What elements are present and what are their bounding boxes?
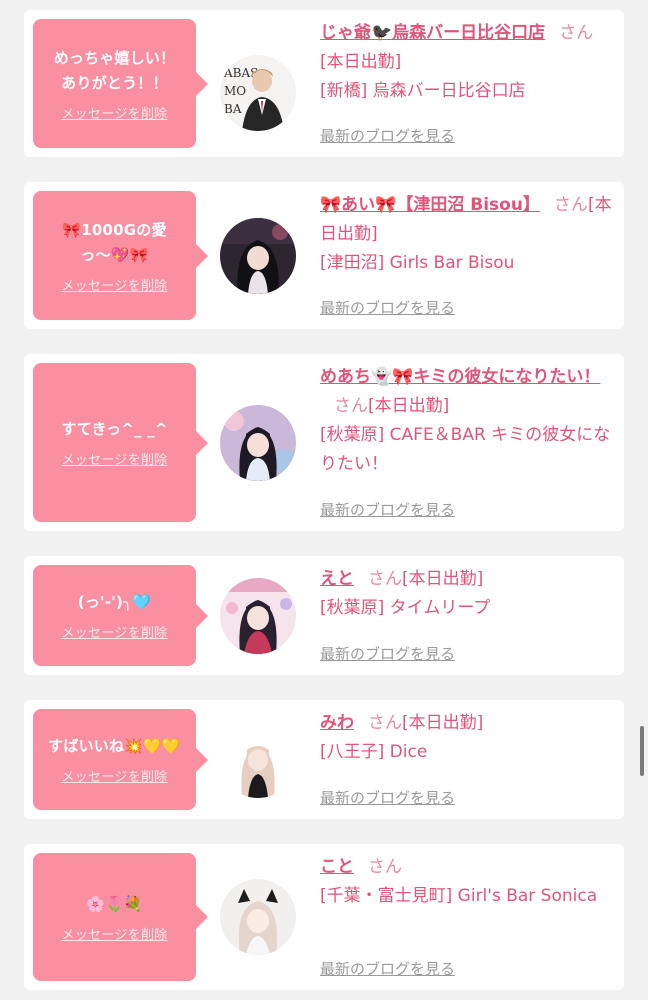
latest-blog-link[interactable]: 最新のブログを見る	[320, 787, 455, 808]
san-suffix: さん	[559, 23, 594, 43]
latest-blog-link[interactable]: 最新のブログを見る	[320, 499, 455, 520]
message-text: 🌸🌷💐	[86, 894, 143, 913]
cast-info: 🎀あい🎀【津田沼 Bisou】 さん[本日出勤] [津田沼] Girls Bar …	[320, 191, 614, 278]
avatar-photo	[220, 405, 296, 481]
status-badge: [本日出勤]	[402, 713, 484, 733]
message-card: 🎀1000Gの愛っ〜💖🎀 メッセージを削除 🎀あい🎀【津田沼 Bisou】 さん[…	[24, 182, 624, 329]
delete-message-link[interactable]: メッセージを削除	[61, 924, 167, 943]
cast-info: めあち👻🎀キミの彼女になりたい！ さん[本日出勤] [秋葉原] CAFE＆BAR …	[320, 363, 614, 479]
message-card: すてきっ^_ _^ メッセージを削除 めあち👻🎀キミの彼女になりたい！ さん[本日…	[24, 354, 624, 531]
message-text: (っ'-')╮🩵	[77, 593, 152, 611]
message-bubble: すてきっ^_ _^ メッセージを削除	[33, 363, 208, 522]
cast-name-link[interactable]: じゃ爺🐦‍⬛烏森バー日比谷口店	[320, 23, 545, 43]
message-card: すばいいね💥💛💛 メッセージを削除 みわ さん[本日出勤] [八王子] Dice …	[24, 700, 624, 819]
cast-avatar[interactable]: ABAS MO BA	[220, 55, 296, 131]
message-card: (っ'-')╮🩵 メッセージを削除 えと さん[本日出勤] [秋葉原] タイムリー…	[24, 556, 624, 675]
cast-avatar[interactable]	[220, 879, 296, 955]
avatar-photo: ABAS MO BA	[220, 55, 296, 131]
san-suffix: さん	[553, 195, 588, 215]
delete-message-link[interactable]: メッセージを削除	[61, 449, 167, 468]
store-name: [津田沼] Girls Bar Bisou	[320, 253, 515, 273]
message-card: 🌸🌷💐 メッセージを削除 こと さん [千葉・富士見町] Girl's Bar S…	[24, 844, 624, 990]
cast-info: みわ さん[本日出勤] [八王子] Dice	[320, 709, 614, 767]
delete-message-link[interactable]: メッセージを削除	[61, 766, 167, 785]
message-card: めっちゃ嬉しい！ ありがとう！！ メッセージを削除 ABAS MO BA じゃ爺…	[24, 10, 624, 157]
message-text: めっちゃ嬉しい！ ありがとう！！	[53, 48, 176, 92]
message-text: 🎀1000Gの愛っ〜💖🎀	[62, 220, 167, 264]
cast-avatar[interactable]	[220, 578, 296, 654]
cast-name-link[interactable]: めあち👻🎀キミの彼女になりたい！	[320, 367, 600, 387]
avatar-photo	[220, 218, 296, 294]
san-suffix: さん	[368, 713, 402, 733]
store-name: [秋葉原] タイムリープ	[320, 598, 491, 618]
message-text: すてきっ^_ _^	[61, 420, 168, 438]
latest-blog-link[interactable]: 最新のブログを見る	[320, 297, 455, 318]
message-bubble: 🌸🌷💐 メッセージを削除	[33, 853, 208, 981]
cast-name-link[interactable]: みわ	[320, 713, 354, 733]
status-badge: [本日出勤]	[320, 52, 402, 72]
svg-text:MO: MO	[224, 84, 246, 98]
avatar-photo	[220, 578, 296, 654]
store-name: [新橋] 烏森バー日比谷口店	[320, 81, 526, 101]
cast-name-link[interactable]: えと	[320, 569, 354, 589]
message-bubble: 🎀1000Gの愛っ〜💖🎀 メッセージを削除	[33, 191, 208, 320]
san-suffix: さん	[368, 857, 402, 877]
latest-blog-link[interactable]: 最新のブログを見る	[320, 125, 455, 146]
delete-message-link[interactable]: メッセージを削除	[61, 622, 167, 641]
message-text: すばいいね💥💛💛	[48, 737, 181, 755]
cast-name-link[interactable]: こと	[320, 857, 354, 877]
message-bubble: (っ'-')╮🩵 メッセージを削除	[33, 565, 208, 666]
san-suffix: さん	[368, 569, 402, 589]
delete-message-link[interactable]: メッセージを削除	[61, 275, 167, 294]
delete-message-link[interactable]: メッセージを削除	[61, 103, 167, 122]
status-badge: [本日出勤]	[402, 569, 484, 589]
cast-avatar[interactable]	[220, 405, 296, 481]
cast-info: えと さん[本日出勤] [秋葉原] タイムリープ	[320, 565, 614, 623]
cast-name-link[interactable]: 🎀あい🎀【津田沼 Bisou】	[320, 195, 540, 215]
store-name: [千葉・富士見町] Girl's Bar Sonica	[320, 886, 598, 906]
avatar-photo	[220, 722, 296, 798]
scrollbar[interactable]	[640, 726, 644, 776]
san-suffix: さん	[334, 396, 368, 416]
status-badge: [本日出勤]	[368, 396, 450, 416]
latest-blog-link[interactable]: 最新のブログを見る	[320, 958, 455, 979]
store-name: [秋葉原] CAFE＆BAR キミの彼女になりたい！	[320, 425, 611, 474]
latest-blog-link[interactable]: 最新のブログを見る	[320, 643, 455, 664]
cast-info: じゃ爺🐦‍⬛烏森バー日比谷口店 さん [本日出勤] [新橋] 烏森バー日比谷口店	[320, 19, 614, 106]
cast-info: こと さん [千葉・富士見町] Girl's Bar Sonica	[320, 853, 614, 911]
cast-avatar[interactable]	[220, 218, 296, 294]
avatar-photo	[220, 879, 296, 955]
store-name: [八王子] Dice	[320, 742, 428, 762]
svg-text:BA: BA	[224, 102, 242, 116]
message-feed: めっちゃ嬉しい！ ありがとう！！ メッセージを削除 ABAS MO BA じゃ爺…	[0, 0, 648, 1000]
cast-avatar[interactable]	[220, 722, 296, 798]
message-bubble: すばいいね💥💛💛 メッセージを削除	[33, 709, 208, 810]
message-bubble: めっちゃ嬉しい！ ありがとう！！ メッセージを削除	[33, 19, 208, 148]
